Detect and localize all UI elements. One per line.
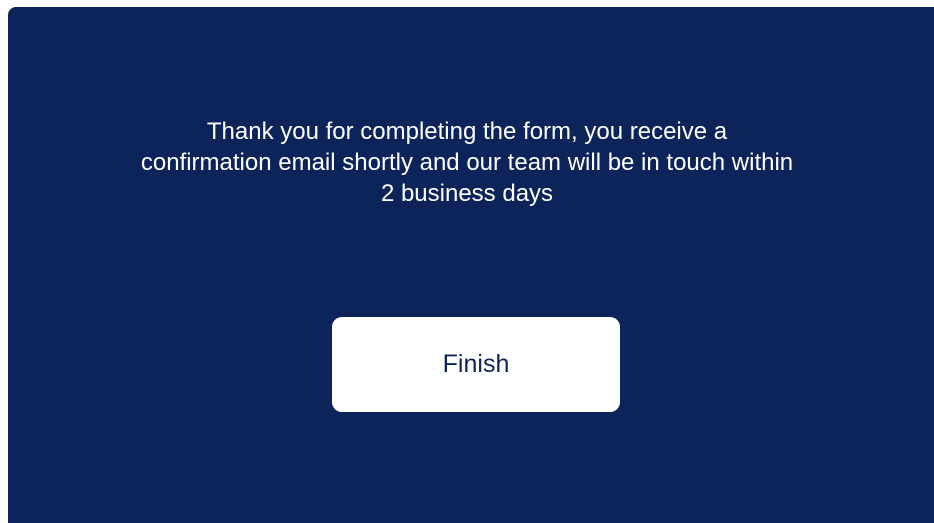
- confirmation-panel: Thank you for completing the form, you r…: [8, 7, 934, 523]
- finish-button[interactable]: Finish: [332, 317, 620, 412]
- confirmation-message: Thank you for completing the form, you r…: [140, 118, 794, 207]
